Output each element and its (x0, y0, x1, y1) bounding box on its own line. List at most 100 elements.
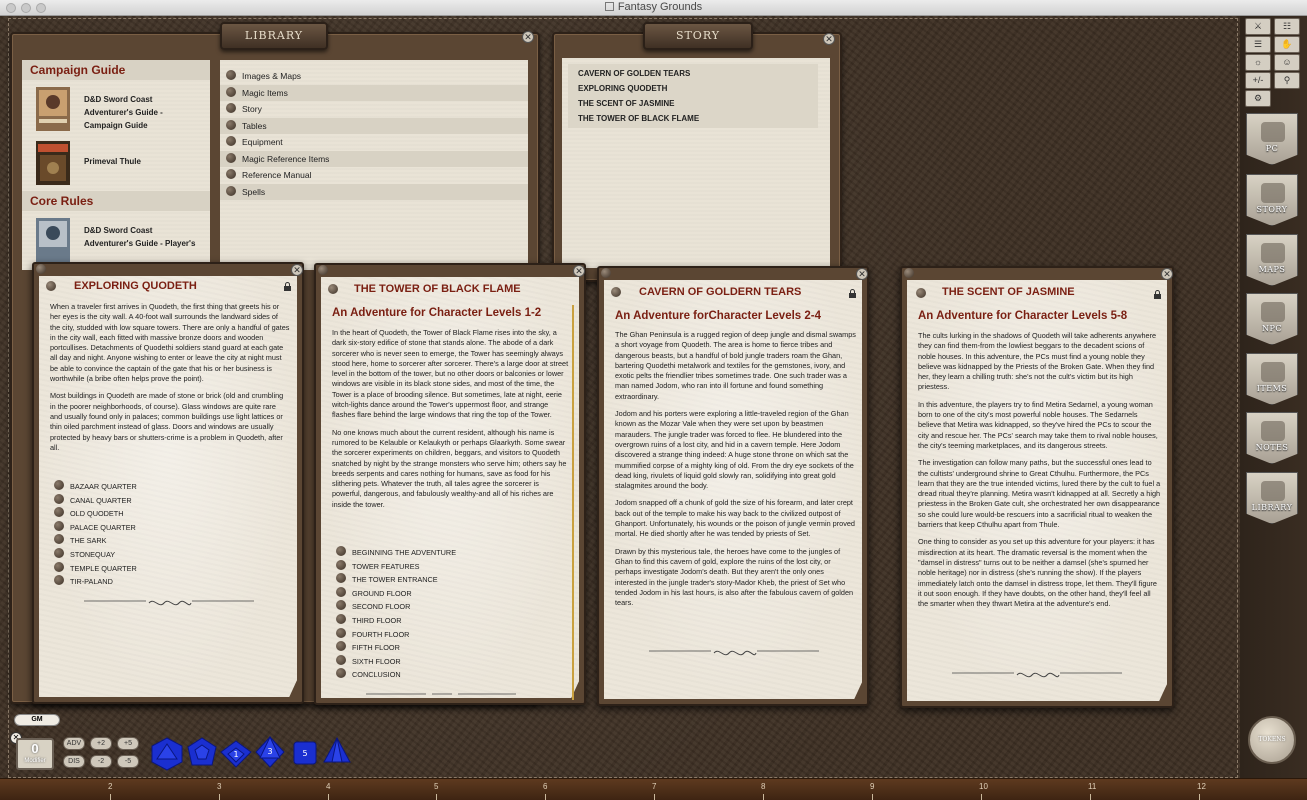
page-link-label: BEGINNING THE ADVENTURE (352, 548, 457, 557)
modifier-tool-button[interactable]: +/- (1245, 72, 1271, 89)
page-link[interactable]: BAZAAR QUARTER (54, 480, 137, 494)
page-link-label: PALACE QUARTER (70, 522, 136, 532)
sidebar-button-pc[interactable]: PC (1246, 113, 1298, 165)
page-link[interactable]: THE TOWER ENTRANCE (336, 573, 456, 587)
library-item[interactable]: Story (220, 101, 528, 118)
lock-icon[interactable] (849, 289, 856, 298)
story-list-item[interactable]: THE TOWER OF BLACK FLAME (568, 111, 818, 126)
drag-handle-icon[interactable] (318, 265, 328, 275)
sidebar-button-npc[interactable]: NPC (1246, 293, 1298, 345)
adv-button[interactable]: ADV (63, 737, 85, 750)
tokens-button[interactable]: TOKENS (1248, 716, 1296, 764)
sidebar-button-maps[interactable]: MAPS (1246, 234, 1298, 286)
book-entry[interactable]: Primeval Thule (22, 138, 210, 191)
link-icon[interactable] (916, 288, 926, 298)
page-link[interactable]: SECOND FLOOR (336, 600, 456, 614)
sidebar-button-items[interactable]: ITEMS (1246, 353, 1298, 405)
page-link[interactable]: SIXTH FLOOR (336, 654, 456, 669)
close-icon[interactable]: ✕ (1161, 268, 1173, 280)
d20-die-icon[interactable] (150, 737, 184, 771)
options-tool-button[interactable]: ⚙ (1245, 90, 1271, 107)
book-entry[interactable]: D&D Sword Coast Adventurer's Guide - Pla… (22, 215, 210, 268)
page-link[interactable]: TEMPLE QUARTER (54, 561, 137, 576)
gm-identity-label[interactable]: GM (14, 714, 60, 726)
paragraph: The cults lurking in the shadows of Quod… (918, 331, 1157, 392)
page-link[interactable]: FIFTH FLOOR (336, 641, 456, 655)
library-item-label: Magic Reference Items (242, 153, 330, 164)
library-item[interactable]: Equipment (220, 134, 528, 151)
bullet-icon (226, 169, 236, 179)
library-item[interactable]: Images & Maps (220, 68, 528, 85)
story-page-tower-of-black-flame: ✕ THE TOWER OF BLACK FLAME An Adventure … (314, 263, 586, 705)
library-item[interactable]: Reference Manual (220, 167, 528, 184)
lock-icon[interactable] (1154, 290, 1161, 299)
close-icon[interactable]: ✕ (291, 264, 303, 276)
tool-button[interactable]: ✋ (1274, 36, 1300, 53)
minus2-button[interactable]: -2 (90, 755, 112, 768)
plus2-button[interactable]: +2 (90, 737, 112, 750)
lock-icon[interactable] (284, 282, 291, 291)
d12-die-icon[interactable] (186, 737, 218, 769)
drag-handle-icon[interactable] (904, 268, 914, 278)
close-icon[interactable]: ✕ (522, 31, 534, 43)
plus5-button[interactable]: +5 (117, 737, 139, 750)
drag-handle-icon[interactable] (601, 268, 611, 278)
library-item[interactable]: Tables (220, 117, 528, 134)
close-icon[interactable]: ✕ (823, 33, 835, 45)
link-icon[interactable] (46, 281, 56, 291)
page-link[interactable]: CANAL QUARTER (54, 493, 137, 508)
close-icon[interactable]: ✕ (856, 268, 868, 280)
book-entry[interactable]: D&D Sword Coast Adventurer's Guide - Cam… (22, 84, 210, 138)
page-link[interactable]: FOURTH FLOOR (336, 627, 456, 642)
page-title: EXPLORING QUODETH (74, 280, 197, 292)
d4-die-icon[interactable] (322, 736, 352, 766)
library-item[interactable]: Spells (220, 183, 528, 200)
page-link[interactable]: THE SARK (54, 534, 137, 548)
library-item[interactable]: Magic Reference Items (220, 150, 528, 167)
close-icon[interactable]: ✕ (573, 265, 585, 277)
library-item[interactable]: Magic Items (220, 84, 528, 101)
page-link[interactable]: STONEQUAY (54, 547, 137, 562)
page-link[interactable]: GROUND FLOOR (336, 586, 456, 601)
ruler-tick (872, 794, 873, 800)
story-tab[interactable]: STORY (643, 22, 753, 50)
link-icon[interactable] (328, 284, 338, 294)
page-link[interactable]: OLD QUODETH (54, 507, 137, 521)
ruler-number: 10 (979, 782, 988, 791)
d6-die-icon[interactable]: 5 (292, 740, 318, 766)
tool-button[interactable]: ⚲ (1274, 72, 1300, 89)
bullet-icon (336, 668, 346, 679)
page-link[interactable]: BEGINNING THE ADVENTURE (336, 546, 456, 560)
tool-button[interactable]: ☰ (1245, 36, 1271, 53)
d8-die-icon[interactable]: 3 (254, 736, 286, 768)
page-link[interactable]: TIR-PALAND (54, 575, 137, 589)
sidebar-button-notes[interactable]: NOTES (1246, 412, 1298, 464)
page-link-label: THE TOWER ENTRANCE (352, 575, 438, 585)
story-list-item[interactable]: EXPLORING QUODETH (568, 81, 818, 96)
ruler-number: 2 (108, 782, 113, 791)
scrollbar[interactable] (572, 305, 574, 700)
tool-button[interactable]: ☷ (1274, 18, 1300, 35)
sidebar-button-story[interactable]: STORY (1246, 174, 1298, 226)
story-list-item[interactable]: THE SCENT OF JASMINE (568, 96, 818, 111)
modifier-box[interactable]: 0 Modifier (16, 738, 54, 770)
sidebar-button-library[interactable]: LIBRARY (1246, 472, 1298, 524)
tool-button[interactable]: ⚔ (1245, 18, 1271, 35)
tool-button[interactable]: ☺ (1274, 54, 1300, 71)
page-link[interactable]: TOWER FEATURES (336, 559, 456, 574)
page-link[interactable]: THIRD FLOOR (336, 613, 456, 628)
category-heading: Core Rules (22, 191, 210, 211)
link-icon[interactable] (611, 287, 621, 297)
page-link[interactable]: CONCLUSION (336, 668, 456, 682)
d10-die-icon[interactable]: 1 (220, 740, 252, 768)
story-list-item[interactable]: CAVERN OF GOLDEN TEARS (568, 66, 818, 81)
dis-button[interactable]: DIS (63, 755, 85, 768)
library-tab[interactable]: LIBRARY (220, 22, 328, 50)
ruler-number: 8 (761, 782, 766, 791)
sidebar-button-label: NOTES (1255, 443, 1289, 452)
minus5-button[interactable]: -5 (117, 755, 139, 768)
drag-handle-icon[interactable] (36, 264, 46, 274)
tool-button[interactable]: ☼ (1245, 54, 1271, 71)
page-link[interactable]: PALACE QUARTER (54, 520, 137, 535)
bullet-icon (336, 573, 346, 584)
